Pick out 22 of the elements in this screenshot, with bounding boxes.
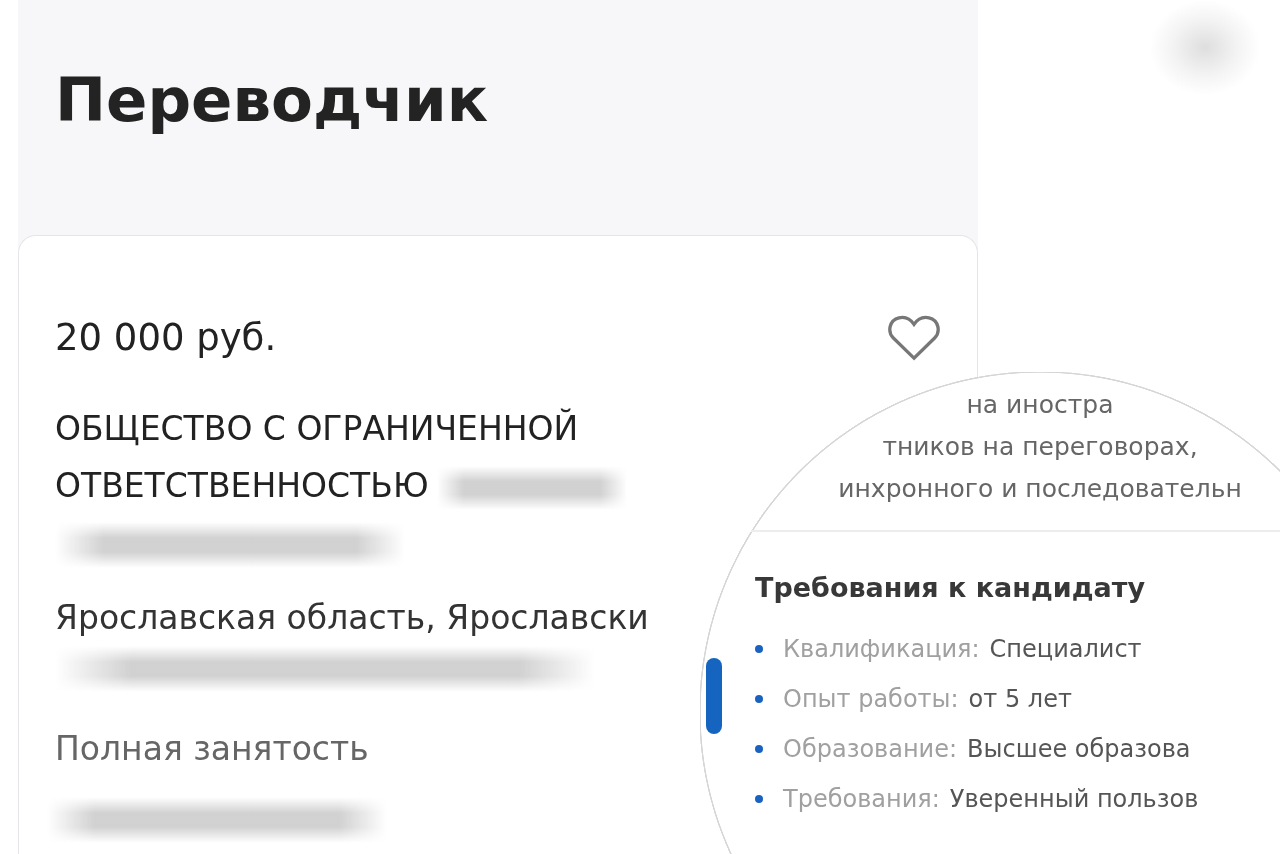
requirement-value: от 5 лет	[968, 685, 1072, 713]
requirement-label: Образование:	[783, 735, 958, 763]
description-text: инхронного и последовательн	[838, 473, 1242, 505]
description-text: тников на переговорах,	[882, 431, 1198, 463]
requirement-label: Опыт работы:	[783, 685, 959, 713]
address-text: Ярославская область, Ярославски	[55, 597, 649, 639]
requirement-value: Высшее образова	[967, 735, 1191, 763]
employment-type: Полная занятость	[55, 728, 369, 770]
job-title: Переводчик	[55, 63, 489, 137]
requirement-value: Специалист	[989, 635, 1142, 663]
salary: 20 000 руб.	[55, 315, 277, 361]
requirement-label: Квалификация:	[783, 635, 980, 663]
section-title: Требования к кандидату	[755, 571, 1145, 605]
bullet-icon	[755, 695, 763, 703]
bullet-icon	[755, 745, 763, 753]
heart-icon[interactable]	[887, 315, 941, 361]
company-name: ОБЩЕСТВО С ОГРАНИЧЕННОЙ ОТВЕТСТВЕННОСТЬЮ	[55, 409, 579, 505]
description-text: на иностра	[966, 389, 1114, 421]
requirement-value: Уверенный пользов	[949, 785, 1199, 813]
bullet-icon	[755, 645, 763, 653]
bullet-icon	[755, 795, 763, 803]
requirement-label: Требования:	[783, 785, 940, 813]
